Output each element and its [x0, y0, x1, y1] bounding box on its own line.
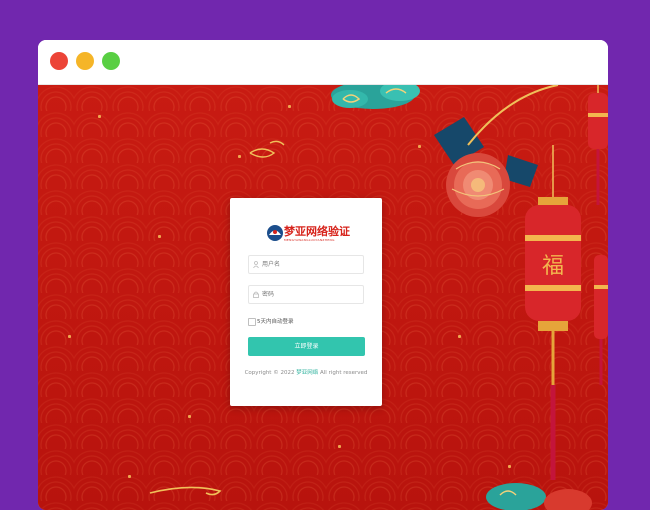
close-window-button[interactable]	[50, 52, 68, 70]
copyright-link[interactable]: 梦亚网络	[296, 370, 318, 376]
festive-background: 福 梦亚网络验证 MENGYAWANGLUOYANZHENG 用户名 5天内自动…	[38, 85, 608, 510]
lantern-decoration-small-middle	[594, 255, 608, 385]
gold-swirl-decoration	[249, 140, 285, 158]
minimize-window-button[interactable]	[76, 52, 94, 70]
remember-label: 5天内自动登录	[257, 319, 294, 325]
login-card: 梦亚网络验证 MENGYAWANGLUOYANZHENG 5天内	[230, 198, 382, 406]
lantern-decoration-large: 福	[525, 145, 581, 480]
gold-swirl-decoration-bottom	[149, 486, 222, 496]
copyright-prefix: Copyright © 2022	[244, 370, 295, 376]
username-input[interactable]	[262, 257, 360, 272]
logo: 梦亚网络验证 MENGYAWANGLUOYANZHENG	[266, 222, 356, 246]
logo-title: 梦亚网络验证	[284, 225, 350, 238]
logo-emblem-icon	[267, 225, 283, 241]
user-icon	[253, 261, 259, 268]
copyright-suffix: All right reserved	[319, 370, 368, 376]
copyright: Copyright © 2022 梦亚网络 All right reserved	[230, 368, 382, 376]
svg-text:福: 福	[542, 254, 564, 279]
maximize-window-button[interactable]	[102, 52, 120, 70]
branch-decoration	[467, 85, 559, 146]
username-field[interactable]	[248, 255, 364, 274]
login-button[interactable]: 立即登录	[248, 337, 365, 356]
lock-icon	[253, 291, 259, 298]
remember-checkbox[interactable]	[248, 318, 256, 326]
logo-subtitle: MENGYAWANGLUOYANZHENG	[284, 238, 335, 242]
password-input[interactable]	[262, 287, 360, 302]
browser-window: 福 梦亚网络验证 MENGYAWANGLUOYANZHENG 用户名 5天内自动…	[38, 40, 608, 510]
teal-cloud-decoration	[331, 85, 420, 109]
teal-cloud-bottom-decoration	[486, 483, 592, 510]
password-field[interactable]	[248, 285, 364, 304]
peony-flower-decoration	[434, 117, 538, 217]
window-titlebar	[38, 40, 608, 85]
lantern-decoration-small-top	[588, 85, 608, 205]
